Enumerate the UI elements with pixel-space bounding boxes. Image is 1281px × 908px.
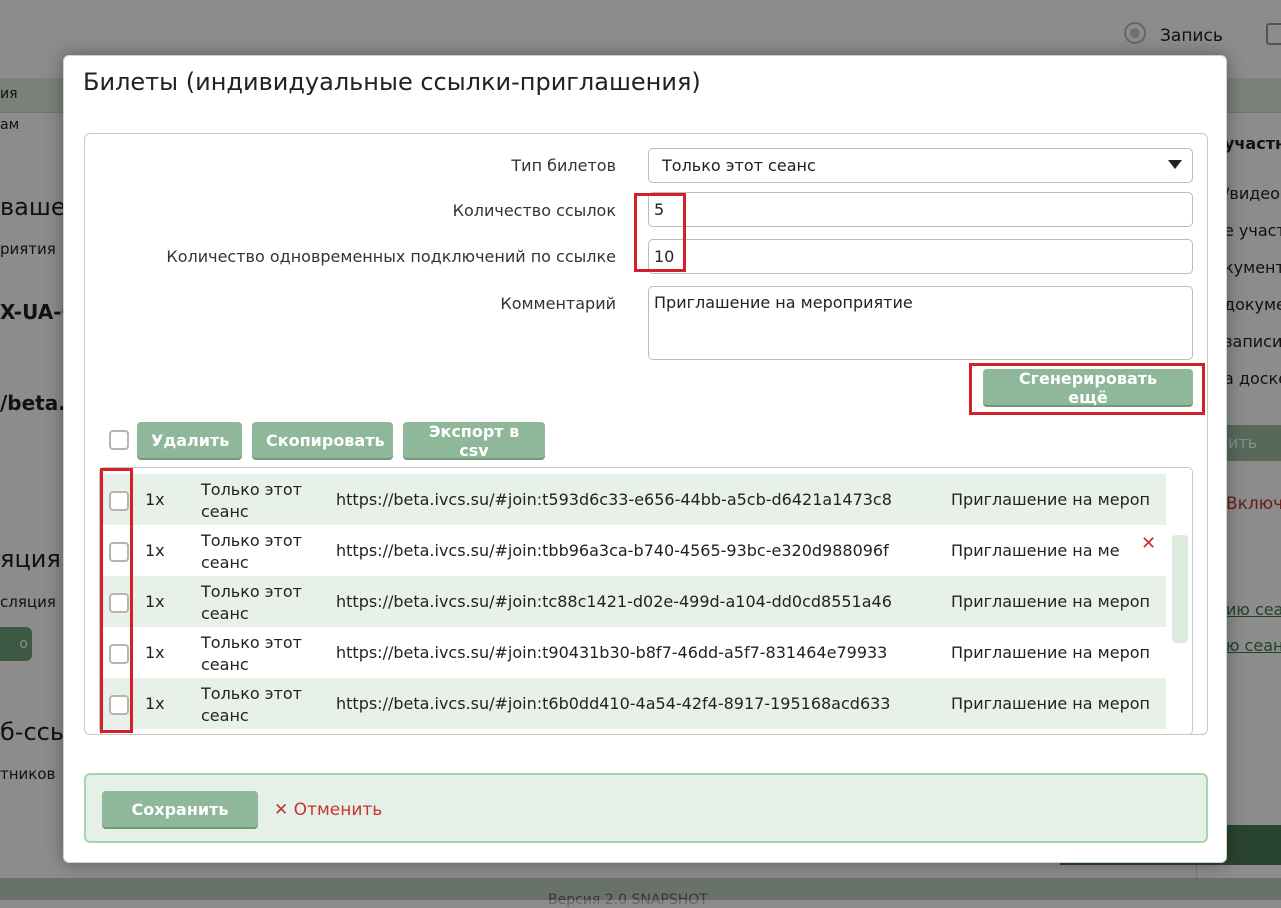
- ticket-type: Только этот сеанс: [201, 480, 302, 521]
- modal-title: Билеты (индивидуальные ссылки-приглашени…: [83, 68, 701, 96]
- ticket-type: Только этот сеанс: [201, 582, 302, 623]
- table-row[interactable]: 1x Только этот сеанс https://beta.ivcs.s…: [101, 627, 1166, 678]
- ticket-comment: Приглашение на мероприятие: [951, 541, 1121, 560]
- ticket-comment: Приглашение на мероприятие: [951, 490, 1149, 509]
- delete-button[interactable]: Удалить: [137, 422, 242, 458]
- cancel-label: Отменить: [293, 800, 383, 820]
- tickets-panel: Тип билетов Только этот сеанс Количество…: [84, 133, 1208, 735]
- ticket-count: 1x: [145, 490, 165, 509]
- highlight-box: [634, 193, 686, 272]
- ticket-count: 1x: [145, 541, 165, 560]
- ticket-type-value: Только этот сеанс: [662, 156, 816, 175]
- ticket-type-label: Тип билетов: [511, 156, 616, 175]
- close-icon: ✕: [274, 800, 289, 820]
- table-row[interactable]: 1x Только этот сеанс https://beta.ivcs.s…: [101, 474, 1166, 525]
- ticket-url[interactable]: https://beta.ivcs.su/#join:t593d6c33-e65…: [336, 490, 892, 509]
- ticket-type: Только этот сеанс: [201, 633, 302, 674]
- save-button[interactable]: Сохранить: [102, 791, 258, 827]
- comment-label: Комментарий: [500, 294, 616, 313]
- table-row[interactable]: 1x Только этот сеанс https://beta.ivcs.s…: [101, 678, 1166, 729]
- ticket-type: Только этот сеанс: [201, 684, 302, 725]
- ticket-url[interactable]: https://beta.ivcs.su/#join:t90431b30-b8f…: [336, 643, 887, 662]
- highlight-box: [100, 468, 133, 733]
- ticket-count: 1x: [145, 643, 165, 662]
- ticket-comment: Приглашение на мероприятие: [951, 694, 1149, 713]
- modal-footer: Сохранить ✕ Отменить: [84, 773, 1208, 843]
- cancel-link[interactable]: ✕ Отменить: [274, 800, 382, 820]
- export-csv-button[interactable]: Экспорт в csv: [403, 422, 545, 460]
- links-count-label: Количество ссылок: [452, 201, 616, 220]
- ticket-count: 1x: [145, 694, 165, 713]
- ticket-type-select[interactable]: Только этот сеанс: [648, 148, 1193, 183]
- ticket-count: 1x: [145, 592, 165, 611]
- table-row[interactable]: 1x Только этот сеанс https://beta.ivcs.s…: [101, 525, 1166, 576]
- comment-textarea[interactable]: Приглашение на мероприятие: [648, 286, 1193, 360]
- scrollbar-thumb[interactable]: [1172, 535, 1188, 643]
- select-all-checkbox[interactable]: [109, 430, 129, 450]
- connections-label: Количество одновременных подключений по …: [166, 247, 616, 266]
- ticket-url[interactable]: https://beta.ivcs.su/#join:tc88c1421-d02…: [336, 592, 892, 611]
- highlight-box: [969, 363, 1205, 415]
- delete-row-icon[interactable]: ✕: [1141, 533, 1156, 554]
- ticket-comment: Приглашение на мероприятие: [951, 592, 1149, 611]
- ticket-type: Только этот сеанс: [201, 531, 302, 572]
- tickets-modal: Билеты (индивидуальные ссылки-приглашени…: [63, 55, 1227, 863]
- chevron-down-icon: [1168, 160, 1182, 169]
- table-row[interactable]: 1x Только этот сеанс https://beta.ivcs.s…: [101, 576, 1166, 627]
- links-count-input[interactable]: [648, 192, 1193, 227]
- copy-button[interactable]: Скопировать: [252, 422, 393, 458]
- connections-input[interactable]: [648, 239, 1193, 274]
- ticket-comment: Приглашение на мероприятие: [951, 643, 1149, 662]
- tickets-list: 1x Только этот сеанс https://beta.ivcs.s…: [99, 467, 1193, 735]
- ticket-url[interactable]: https://beta.ivcs.su/#join:tbb96a3ca-b74…: [336, 541, 889, 560]
- ticket-url[interactable]: https://beta.ivcs.su/#join:t6b0dd410-4a5…: [336, 694, 890, 713]
